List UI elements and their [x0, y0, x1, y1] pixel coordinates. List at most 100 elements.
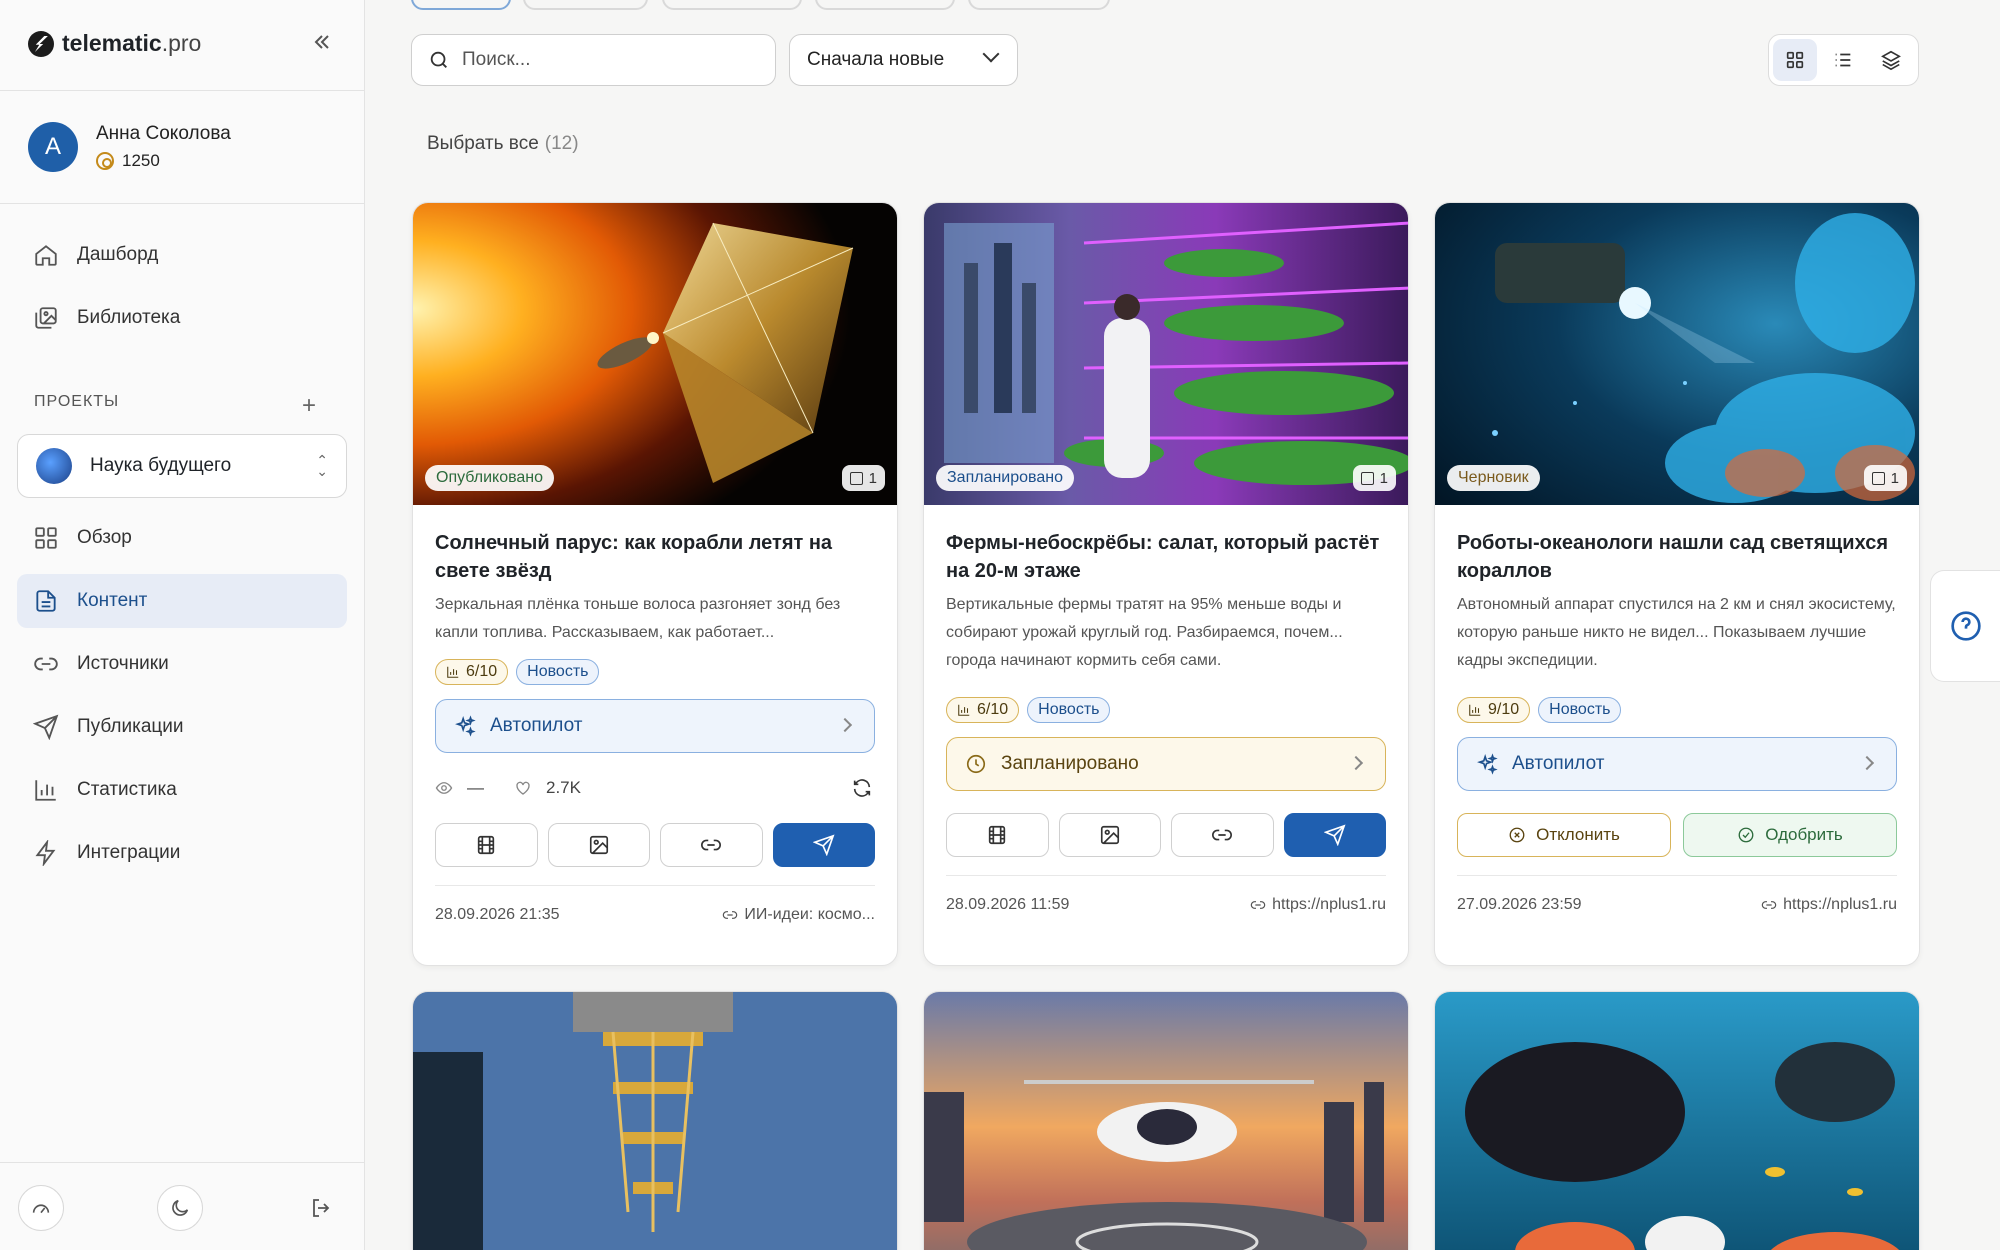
source-label: https://nplus1.ru: [1783, 895, 1897, 913]
content-card[interactable]: Опубликовано 1 Солнечный парус: как кора…: [412, 202, 898, 966]
card-source[interactable]: https://nplus1.ru: [1761, 896, 1897, 914]
help-button[interactable]: [1930, 570, 2000, 682]
search-icon: [430, 51, 447, 68]
ocean-robot-image: [1435, 203, 1919, 505]
nav-item-overview[interactable]: Обзор: [17, 511, 347, 565]
avatar: A: [28, 122, 78, 172]
image-count-badge: 1: [1863, 465, 1907, 491]
home-icon: [35, 245, 57, 266]
approve-button[interactable]: Одобрить: [1683, 813, 1897, 857]
autopilot-label: Автопилот: [1512, 753, 1605, 774]
credits-value: 1250: [122, 151, 160, 170]
card-footer: 28.09.2026 11:59 https://nplus1.ru: [946, 875, 1386, 933]
nav-item-publications[interactable]: Публикации: [17, 700, 347, 754]
nav-label: Обзор: [77, 527, 132, 548]
card-title[interactable]: Фермы-небоскрёбы: салат, который растёт …: [946, 529, 1386, 585]
check-circle-icon: [1738, 827, 1754, 843]
card-source[interactable]: ИИ-идеи: космо...: [722, 906, 875, 924]
telematic-logo-icon: [28, 30, 54, 57]
layers-view-button[interactable]: [1869, 39, 1913, 81]
status-badge: Опубликовано: [425, 465, 555, 491]
source-label: https://nplus1.ru: [1272, 895, 1386, 913]
project-selector[interactable]: Наука будущего ⌃ ⌄: [17, 434, 347, 498]
solar-sail-image: [413, 203, 897, 505]
refresh-icon[interactable]: [851, 777, 873, 799]
tab[interactable]: [815, 0, 955, 10]
content-card[interactable]: [1434, 991, 1920, 1250]
nav-item-integrations[interactable]: Интеграции: [17, 826, 347, 880]
search-box[interactable]: [411, 34, 776, 86]
tab-all[interactable]: [411, 0, 511, 10]
card-footer: 28.09.2026 21:35 ИИ-идеи: космо...: [435, 885, 875, 943]
brand-logo[interactable]: telematic.pro: [28, 30, 201, 57]
user-profile[interactable]: A Анна Соколова 1250: [28, 122, 231, 172]
type-badge: Новость: [1027, 697, 1111, 723]
air-taxi-image: [924, 992, 1408, 1250]
autopilot-button[interactable]: Автопилот: [435, 699, 875, 753]
content-card[interactable]: [412, 991, 898, 1250]
project-name: Наука будущего: [90, 455, 232, 476]
content-card[interactable]: Черновик 1 Роботы-океанологи нашли сад с…: [1434, 202, 1920, 966]
tab[interactable]: [662, 0, 802, 10]
logout-button[interactable]: [298, 1185, 344, 1231]
chevron-right-icon: [1348, 755, 1364, 771]
link-button[interactable]: [1171, 813, 1274, 857]
nav-item-statistics[interactable]: Статистика: [17, 763, 347, 817]
score-value: 9/10: [1488, 701, 1520, 718]
nav-label: Контент: [77, 590, 148, 611]
nav-item-sources[interactable]: Источники: [17, 637, 347, 691]
nav-label: Библиотека: [77, 307, 181, 328]
autopilot-button[interactable]: Автопилот: [1457, 737, 1897, 791]
card-description: Зеркальная плёнка тоньше волоса разгоняе…: [435, 596, 841, 641]
collapse-sidebar-icon[interactable]: [310, 30, 334, 54]
card-image[interactable]: Черновик 1: [1435, 203, 1919, 505]
content-card[interactable]: Запланировано 1 Фермы-небоскрёбы: салат,…: [923, 202, 1409, 966]
link-button[interactable]: [660, 823, 763, 867]
theme-toggle-button[interactable]: [157, 1185, 203, 1231]
select-all-button[interactable]: Выбрать все (12): [427, 133, 579, 155]
card-description: Автономный аппарат спустился на 2 км и с…: [1457, 596, 1896, 669]
user-name: Анна Соколова: [96, 123, 231, 144]
plus-icon[interactable]: +: [302, 392, 316, 420]
scheduled-button[interactable]: Запланировано: [946, 737, 1386, 791]
x-circle-icon: [1509, 827, 1525, 843]
reject-button[interactable]: Отклонить: [1457, 813, 1671, 857]
nav-item-library[interactable]: Библиотека: [17, 291, 347, 345]
nav-item-dashboard[interactable]: Дашборд: [17, 228, 347, 282]
image-button[interactable]: [547, 823, 650, 867]
content-card[interactable]: [923, 991, 1409, 1250]
publish-button[interactable]: [1283, 813, 1386, 857]
search-input[interactable]: [462, 49, 752, 71]
sort-select[interactable]: Сначала новые: [789, 34, 1018, 86]
card-date: 28.09.2026 11:59: [946, 895, 1070, 913]
send-icon: [33, 714, 59, 740]
card-source[interactable]: https://nplus1.ru: [1250, 896, 1386, 914]
list-view-button[interactable]: [1821, 39, 1865, 81]
link-icon: [1212, 829, 1233, 841]
publish-button[interactable]: [772, 823, 875, 867]
tab[interactable]: [968, 0, 1110, 10]
autopilot-label: Автопилот: [490, 715, 583, 736]
nav-item-content[interactable]: Контент: [17, 574, 347, 628]
video-button[interactable]: [435, 823, 538, 867]
image-button[interactable]: [1058, 813, 1161, 857]
card-image[interactable]: Запланировано 1: [924, 203, 1408, 505]
video-button[interactable]: [946, 813, 1049, 857]
document-icon: [36, 590, 56, 612]
speedometer-button[interactable]: [18, 1185, 64, 1231]
image-count-badge: 1: [1352, 465, 1396, 491]
type-badge: Новость: [1538, 697, 1622, 723]
nav-label: Дашборд: [77, 244, 159, 265]
atom-icon: [36, 448, 72, 484]
likes-count: 2.7K: [546, 778, 581, 797]
card-title[interactable]: Роботы-океанологи нашли сад светящихся к…: [1457, 529, 1897, 585]
tab[interactable]: [523, 0, 648, 10]
quantum-computer-image: [413, 992, 897, 1250]
grid-view-button[interactable]: [1773, 39, 1817, 81]
nav-label: Публикации: [77, 716, 184, 737]
card-image[interactable]: Опубликовано 1: [413, 203, 897, 505]
send-icon: [1323, 824, 1346, 846]
grid-view-icon: [1786, 51, 1804, 69]
bar-chart-icon: [447, 666, 459, 678]
card-title[interactable]: Солнечный парус: как корабли летят на св…: [435, 529, 875, 585]
